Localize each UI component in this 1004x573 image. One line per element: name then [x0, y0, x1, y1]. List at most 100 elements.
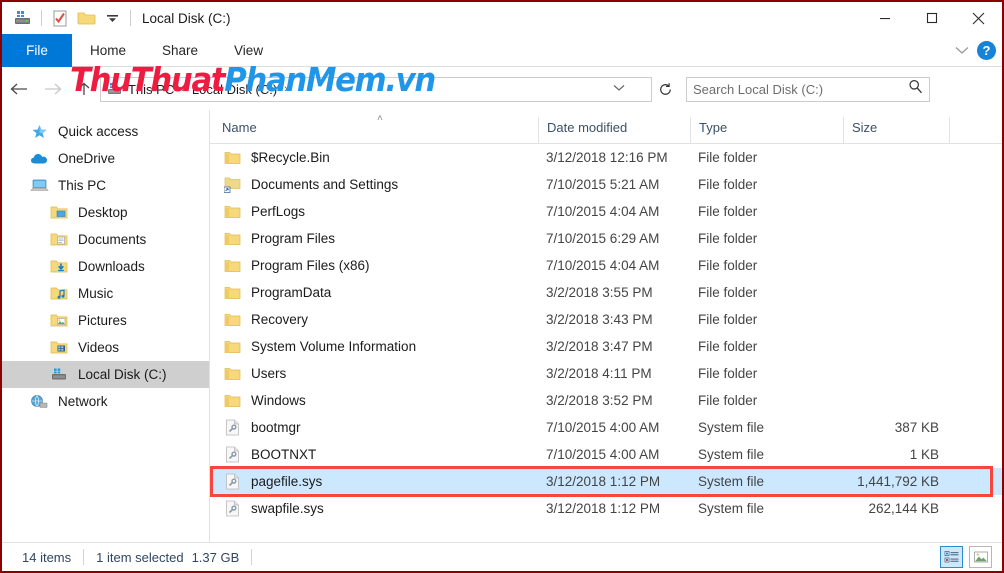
file-name-cell[interactable]: Windows — [210, 392, 538, 410]
file-name-cell[interactable]: $Recycle.Bin — [210, 149, 538, 167]
sidebar-item-local-disk-c[interactable]: Local Disk (C:) — [2, 361, 209, 388]
file-name-cell[interactable]: Documents and Settings — [210, 176, 538, 194]
breadcrumb-separator-2[interactable]: › — [280, 83, 292, 95]
file-date-cell: 7/10/2015 4:04 AM — [546, 204, 660, 219]
sidebar-item-music[interactable]: Music — [2, 280, 209, 307]
file-name-cell[interactable]: swapfile.sys — [210, 500, 538, 518]
status-selection: 1 item selected — [96, 549, 184, 565]
folder-icon — [222, 203, 242, 221]
system-file-icon — [222, 500, 242, 518]
file-name-cell[interactable]: ProgramData — [210, 284, 538, 302]
tab-home[interactable]: Home — [72, 34, 144, 67]
properties-icon[interactable] — [47, 6, 73, 30]
table-row[interactable]: bootmgr 7/10/2015 4:00 AM System file 387 K… — [210, 414, 1002, 441]
file-date-cell: 3/2/2018 3:47 PM — [546, 339, 653, 354]
table-row[interactable]: PerfLogs 7/10/2015 4:04 AM File folder — [210, 198, 1002, 225]
chevron-down-icon[interactable] — [955, 42, 969, 60]
sidebar-item-label: Local Disk (C:) — [78, 367, 167, 382]
sidebar-item-documents[interactable]: Documents — [2, 226, 209, 253]
table-row[interactable]: Program Files (x86) 7/10/2015 4:04 AM File… — [210, 252, 1002, 279]
sidebar-item-pictures[interactable]: Pictures — [2, 307, 209, 334]
up-arrow-icon[interactable] — [70, 72, 98, 106]
minimize-icon[interactable] — [861, 2, 908, 34]
table-row[interactable]: System Volume Information 3/2/2018 3:47 P… — [210, 333, 1002, 360]
column-header-size[interactable]: Size — [843, 117, 949, 143]
file-name-label: BOOTNXT — [251, 447, 317, 462]
forward-arrow-icon[interactable] — [36, 72, 70, 106]
tab-file[interactable]: File — [2, 34, 72, 67]
file-name-cell[interactable]: Users — [210, 365, 538, 383]
cloud-icon — [28, 149, 50, 169]
title-bar: Local Disk (C:) — [2, 2, 1002, 34]
close-icon[interactable] — [955, 2, 1002, 34]
desktop-folder-icon — [48, 203, 70, 223]
status-separator-2 — [251, 549, 253, 565]
large-icons-view-icon[interactable] — [969, 546, 992, 568]
downloads-folder-icon — [48, 257, 70, 277]
sidebar-item-label: Pictures — [78, 313, 127, 328]
search-input[interactable] — [693, 81, 908, 97]
navigation-pane[interactable]: Quick access OneDrive This PC Desktop Do… — [2, 110, 210, 542]
new-folder-icon[interactable] — [73, 6, 99, 30]
sidebar-item-network[interactable]: Network — [2, 388, 209, 415]
maximize-icon[interactable] — [908, 2, 955, 34]
table-row[interactable]: Users 3/2/2018 4:11 PM File folder — [210, 360, 1002, 387]
column-header-type[interactable]: Type — [690, 117, 843, 143]
file-date-cell: 7/10/2015 6:29 AM — [546, 231, 660, 246]
file-list-pane[interactable]: Name Date modified Type Size ˄ $Recycle.… — [210, 110, 1002, 542]
column-header-date-modified[interactable]: Date modified — [538, 117, 690, 143]
sidebar-item-label: Quick access — [58, 124, 139, 139]
table-row[interactable]: pagefile.sys 3/12/2018 1:12 PM System file… — [210, 468, 1002, 495]
customize-chevron-icon[interactable] — [99, 6, 125, 30]
refresh-icon[interactable] — [652, 77, 678, 102]
back-arrow-icon[interactable] — [2, 72, 36, 106]
column-header-blank[interactable] — [949, 117, 1002, 143]
table-row[interactable]: BOOTNXT 7/10/2015 4:00 AM System file 1 KB — [210, 441, 1002, 468]
sidebar-item-downloads[interactable]: Downloads — [2, 253, 209, 280]
sidebar-item-videos[interactable]: Videos — [2, 334, 209, 361]
breadcrumb-separator-1[interactable]: › — [177, 83, 189, 95]
file-name-cell[interactable]: Program Files (x86) — [210, 257, 538, 275]
status-item-count: 14 items — [22, 549, 72, 565]
file-name-cell[interactable]: pagefile.sys — [210, 473, 538, 491]
table-row[interactable]: ProgramData 3/2/2018 3:55 PM File folder — [210, 279, 1002, 306]
table-row[interactable]: Documents and Settings 7/10/2015 5:21 AM F… — [210, 171, 1002, 198]
breadcrumb-item-local-disk[interactable]: Local Disk (C:) — [189, 82, 280, 97]
file-date-cell: 3/2/2018 3:43 PM — [546, 312, 653, 327]
column-header-name[interactable]: Name — [210, 117, 538, 143]
table-row[interactable]: $Recycle.Bin 3/12/2018 12:16 PM File folde… — [210, 144, 1002, 171]
sidebar-item-onedrive[interactable]: OneDrive — [2, 145, 209, 172]
file-name-label: ProgramData — [251, 285, 332, 300]
help-button[interactable]: ? — [977, 41, 996, 60]
file-name-cell[interactable]: PerfLogs — [210, 203, 538, 221]
search-box[interactable] — [686, 76, 930, 102]
chevron-down-icon[interactable] — [613, 83, 625, 95]
status-bar: 14 items 1 item selected 1.37 GB — [2, 542, 1002, 571]
breadcrumb[interactable]: This PC › Local Disk (C:) › — [100, 76, 652, 102]
status-selection-size: 1.37 GB — [191, 549, 240, 565]
table-row[interactable]: Windows 3/2/2018 3:52 PM File folder — [210, 387, 1002, 414]
file-name-cell[interactable]: System Volume Information — [210, 338, 538, 356]
file-type-cell: File folder — [698, 312, 758, 327]
file-name-cell[interactable]: Recovery — [210, 311, 538, 329]
file-name-cell[interactable]: BOOTNXT — [210, 446, 538, 464]
breadcrumb-item-this-pc[interactable]: This PC — [125, 82, 177, 97]
sidebar-item-quick-access[interactable]: Quick access — [2, 118, 209, 145]
details-view-icon[interactable] — [940, 546, 963, 568]
tab-view[interactable]: View — [216, 34, 281, 67]
tab-share[interactable]: Share — [144, 34, 216, 67]
sidebar-item-label: Videos — [78, 340, 120, 355]
table-row[interactable]: Program Files 7/10/2015 6:29 AM File folde… — [210, 225, 1002, 252]
file-name-label: swapfile.sys — [251, 501, 324, 516]
table-row[interactable]: Recovery 3/2/2018 3:43 PM File folder — [210, 306, 1002, 333]
drive-icon[interactable] — [10, 6, 36, 30]
window-title: Local Disk (C:) — [142, 10, 231, 26]
file-name-cell[interactable]: bootmgr — [210, 419, 538, 437]
sidebar-item-this-pc[interactable]: This PC — [2, 172, 209, 199]
file-name-cell[interactable]: Program Files — [210, 230, 538, 248]
table-row[interactable]: swapfile.sys 3/12/2018 1:12 PM System file… — [210, 495, 1002, 522]
file-type-cell: System file — [698, 420, 765, 435]
file-name-label: Users — [251, 366, 287, 381]
sidebar-item-desktop[interactable]: Desktop — [2, 199, 209, 226]
search-icon[interactable] — [908, 79, 923, 99]
